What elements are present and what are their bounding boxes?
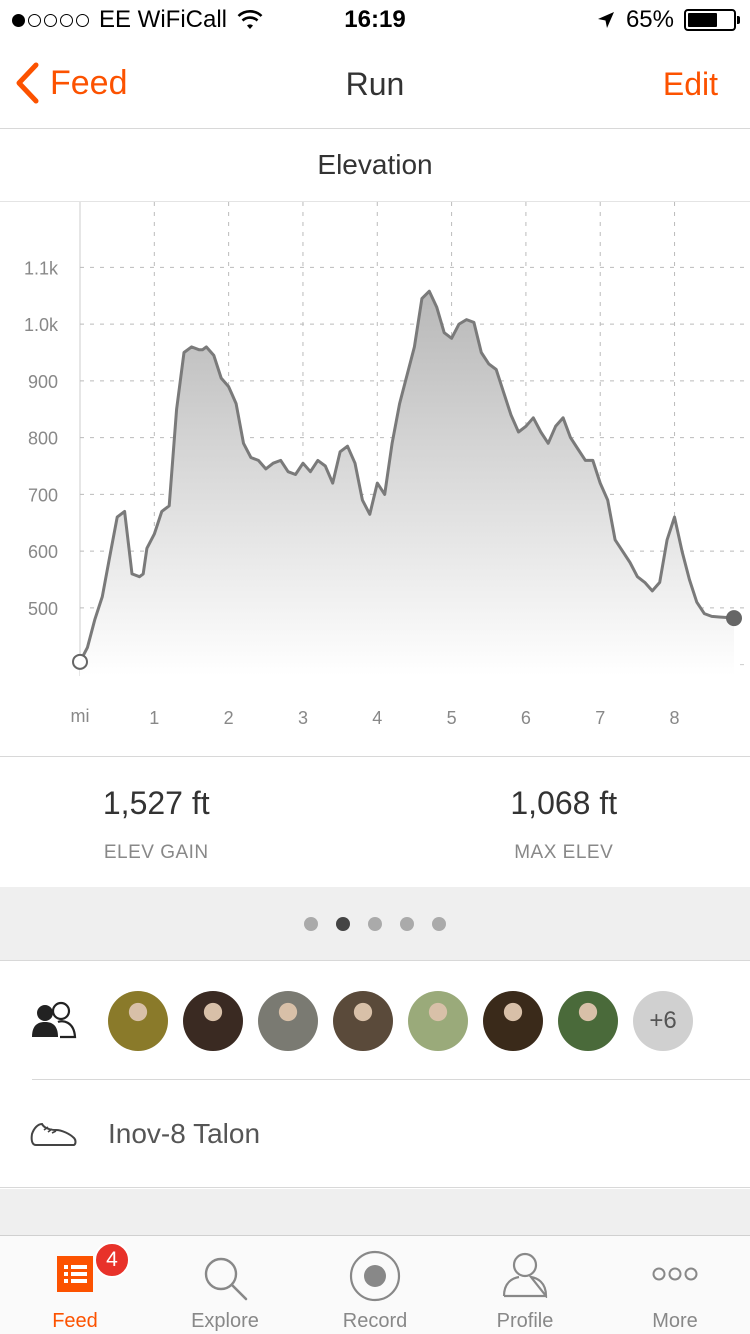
page-dot[interactable] bbox=[368, 916, 382, 931]
avatar[interactable] bbox=[333, 991, 393, 1051]
y-tick-label: 1.0k bbox=[24, 315, 59, 335]
stat-elev-gain: 1,527 ft ELEV GAIN bbox=[0, 757, 408, 887]
gear-row[interactable]: Inov-8 Talon bbox=[0, 1080, 750, 1188]
y-tick-label: 900 bbox=[28, 372, 58, 392]
more-icon bbox=[652, 1267, 698, 1281]
edit-button[interactable]: Edit bbox=[663, 66, 718, 103]
stat-value: 1,527 ft bbox=[102, 785, 210, 821]
avatar[interactable] bbox=[108, 991, 168, 1051]
page-dot[interactable] bbox=[304, 916, 318, 931]
x-tick-label: 4 bbox=[372, 708, 382, 728]
tab-label: Record bbox=[342, 1310, 408, 1332]
search-icon bbox=[204, 1257, 248, 1301]
section-title: Elevation bbox=[0, 130, 750, 202]
avatar[interactable] bbox=[183, 991, 243, 1051]
x-tick-label: 3 bbox=[298, 708, 308, 728]
more-athletes-count[interactable]: +6 bbox=[633, 991, 693, 1051]
tab-label: Profile bbox=[496, 1310, 554, 1332]
elevation-chart[interactable]: 1 2 3 4 5 6 7 8 mi 1.1k 1.0k 900 800 700 600 500 bbox=[0, 202, 750, 757]
athletes-row[interactable]: +6 bbox=[0, 961, 750, 1079]
battery-percent: 65% bbox=[625, 6, 674, 33]
gear-name: Inov-8 Talon bbox=[108, 1118, 261, 1149]
tab-explore[interactable]: Explore bbox=[150, 1236, 300, 1334]
avatar[interactable] bbox=[558, 991, 618, 1051]
status-bar: EE WiFiCall 16:19 65% bbox=[0, 0, 750, 40]
page-indicator[interactable] bbox=[0, 887, 750, 961]
stat-label: ELEV GAIN bbox=[103, 842, 209, 863]
page-title: Run bbox=[345, 66, 405, 102]
x-tick-label: 2 bbox=[224, 708, 234, 728]
x-tick-label: 7 bbox=[595, 708, 605, 728]
navigation-bar: Feed Run Edit bbox=[0, 40, 750, 129]
x-tick-label: 5 bbox=[447, 708, 457, 728]
tab-label: More bbox=[652, 1310, 698, 1332]
feed-icon bbox=[57, 1256, 93, 1292]
tab-record[interactable]: Record bbox=[300, 1236, 450, 1334]
stat-max-elev: 1,068 ft MAX ELEV bbox=[408, 757, 750, 887]
y-tick-label: 1.1k bbox=[24, 258, 59, 278]
y-tick-label: 700 bbox=[28, 485, 58, 505]
status-right: 65% bbox=[596, 6, 740, 34]
elevation-area bbox=[80, 291, 734, 676]
stat-value: 1,068 ft bbox=[510, 785, 618, 821]
tab-feed[interactable]: 4 Feed bbox=[0, 1236, 150, 1334]
profile-icon bbox=[502, 1252, 548, 1298]
x-unit-label: mi bbox=[71, 706, 90, 726]
tab-label: Explore bbox=[191, 1310, 259, 1332]
y-tick-label: 600 bbox=[28, 542, 58, 562]
x-tick-label: 1 bbox=[149, 708, 159, 728]
elevation-chart-svg: 1 2 3 4 5 6 7 8 mi 1.1k 1.0k 900 800 700 600 500 bbox=[24, 202, 750, 728]
y-tick-label: 800 bbox=[28, 429, 58, 449]
record-icon bbox=[349, 1250, 401, 1302]
notification-badge: 4 bbox=[94, 1242, 130, 1278]
tab-bar: 4 Feed Explore Record Profile More bbox=[0, 1235, 750, 1334]
avatar[interactable] bbox=[258, 991, 318, 1051]
location-arrow-icon bbox=[597, 12, 614, 28]
avatar[interactable] bbox=[483, 991, 543, 1051]
x-tick-label: 8 bbox=[670, 708, 680, 728]
shoe-icon bbox=[30, 1122, 77, 1146]
tab-profile[interactable]: Profile bbox=[450, 1236, 600, 1334]
page-dot[interactable] bbox=[432, 916, 446, 931]
tab-label: Feed bbox=[52, 1310, 98, 1332]
page-dot[interactable] bbox=[336, 916, 350, 931]
page-dot[interactable] bbox=[400, 916, 414, 931]
start-point-marker bbox=[72, 653, 88, 670]
tab-more[interactable]: More bbox=[600, 1236, 750, 1334]
stat-label: MAX ELEV bbox=[514, 842, 614, 863]
x-tick-label: 6 bbox=[521, 708, 531, 728]
spacer bbox=[0, 1189, 750, 1235]
battery-icon bbox=[684, 9, 740, 31]
y-tick-label: 500 bbox=[28, 599, 58, 619]
avatar[interactable] bbox=[408, 991, 468, 1051]
elevation-stats: 1,527 ft ELEV GAIN 1,068 ft MAX ELEV bbox=[0, 757, 750, 887]
end-point-marker bbox=[726, 610, 742, 627]
group-icon bbox=[32, 1001, 77, 1039]
